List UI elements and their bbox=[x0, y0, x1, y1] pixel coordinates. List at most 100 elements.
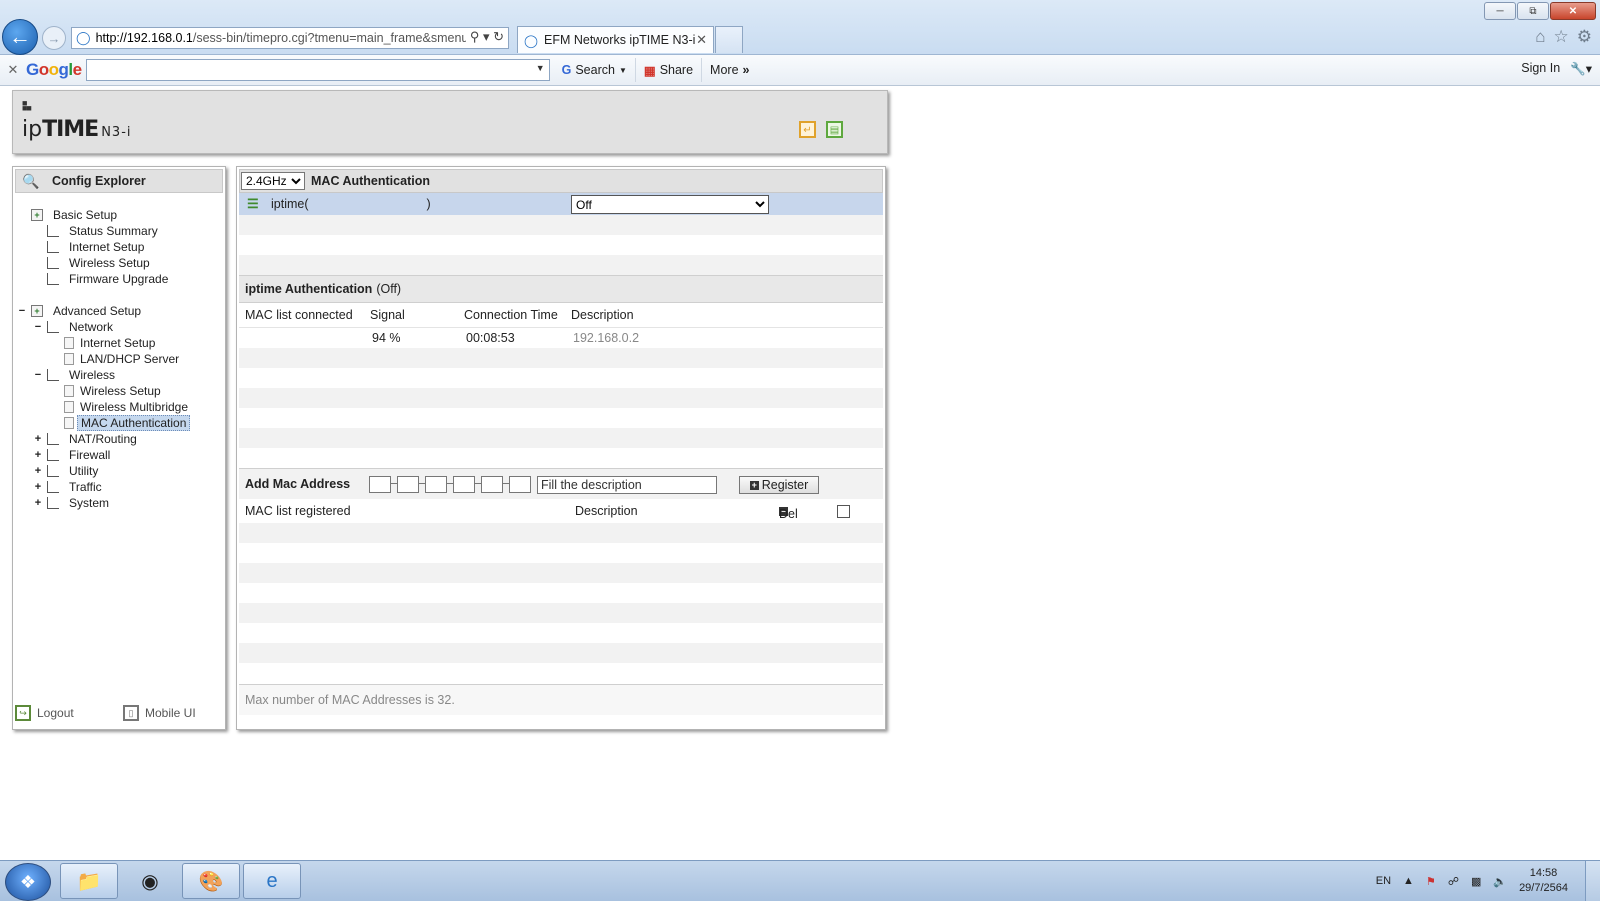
sidebar-item[interactable]: − Wireless bbox=[13, 367, 223, 383]
table-row[interactable]: 94 % 00:08:53 192.168.0.2 bbox=[239, 328, 883, 348]
save-icon[interactable]: ▤ bbox=[826, 121, 843, 138]
sidebar-item[interactable]: Status Summary bbox=[13, 223, 223, 239]
wrench-icon[interactable]: 🔧▾ bbox=[1570, 61, 1592, 77]
expand-icon[interactable]: + bbox=[33, 431, 43, 447]
explorer-folder-icon[interactable]: 📁 bbox=[60, 863, 118, 899]
sidebar-item[interactable]: − + Advanced Setup bbox=[13, 303, 223, 319]
tray-expand-icon[interactable]: ▲ bbox=[1403, 875, 1414, 887]
address-bar[interactable]: ◯ http://192.168.0.1/sess-bin/timepro.cg… bbox=[71, 27, 509, 49]
sidebar-item[interactable]: + Firewall bbox=[13, 447, 223, 463]
mac-octet-4-input[interactable] bbox=[453, 476, 475, 493]
favorites-star-icon[interactable]: ☆ bbox=[1554, 27, 1569, 47]
sidebar-item[interactable]: − Network bbox=[13, 319, 223, 335]
browser-tab[interactable]: ◯ EFM Networks ipTIME N3-i ✕ bbox=[517, 26, 714, 53]
google-g-icon: G bbox=[561, 63, 572, 77]
gear-icon[interactable]: ⚙ bbox=[1577, 27, 1592, 47]
chart-icon bbox=[47, 497, 59, 509]
toolbar-close-icon[interactable]: ✕ bbox=[0, 62, 26, 78]
ssid-name: iptime() bbox=[271, 197, 431, 211]
volume-icon[interactable]: 🔈 bbox=[1493, 875, 1507, 888]
sidebar-item[interactable]: + System bbox=[13, 495, 223, 511]
show-desktop-button[interactable] bbox=[1585, 861, 1600, 901]
google-search-input[interactable]: ▼ bbox=[85, 59, 550, 81]
ie-tab-icon: ◯ bbox=[524, 33, 538, 48]
google-search-button[interactable]: G Search ▼ bbox=[554, 58, 636, 82]
paint-icon[interactable]: 🎨 bbox=[182, 863, 240, 899]
restore-icon[interactable]: ⧉ bbox=[1517, 2, 1549, 20]
collapse-icon[interactable]: − bbox=[33, 319, 43, 335]
sidebar-item[interactable]: + Basic Setup bbox=[13, 207, 223, 223]
empty-row bbox=[239, 235, 883, 255]
sidebar-item-label: Network bbox=[69, 320, 114, 334]
sidebar-item-label: MAC Authentication bbox=[77, 415, 191, 431]
sign-in-link[interactable]: Sign In bbox=[1521, 61, 1560, 77]
registered-table-header: MAC list registered Description − Del bbox=[239, 499, 883, 523]
windows-taskbar: ❖ 📁 ◉ 🎨 e EN ▲ ⚑ ☍ ▩ 🔈 14:58 29/7/2564 bbox=[0, 860, 1600, 901]
empty-row bbox=[239, 563, 883, 583]
config-explorer-title: 🔍 Config Explorer bbox=[15, 169, 223, 193]
chart-icon bbox=[47, 321, 59, 333]
close-icon[interactable]: ✕ bbox=[1550, 2, 1596, 20]
sidebar-item-label: Internet Setup bbox=[69, 240, 145, 254]
sidebar-item[interactable]: Internet Setup bbox=[13, 335, 223, 351]
clock[interactable]: 14:58 29/7/2564 bbox=[1519, 866, 1568, 896]
sidebar-item[interactable]: Internet Setup bbox=[13, 239, 223, 255]
windows-start-icon[interactable]: ❖ bbox=[5, 863, 51, 901]
mac-octet-6-input[interactable] bbox=[509, 476, 531, 493]
forward-arrow-icon[interactable]: → bbox=[42, 26, 66, 50]
sidebar-item[interactable]: Wireless Setup bbox=[13, 383, 223, 399]
mac-octet-3-input[interactable] bbox=[425, 476, 447, 493]
network-plug-icon[interactable]: ☍ bbox=[1448, 875, 1459, 888]
description-input[interactable] bbox=[537, 476, 717, 494]
home-icon[interactable]: ⌂ bbox=[1535, 27, 1545, 47]
collapse-icon[interactable]: − bbox=[33, 367, 43, 383]
internet-explorer-icon[interactable]: e bbox=[243, 863, 301, 899]
band-select[interactable]: 2.4GHz5GHz bbox=[241, 172, 305, 190]
google-more-button[interactable]: More » bbox=[702, 58, 757, 82]
sidebar-item-label: LAN/DHCP Server bbox=[80, 352, 180, 366]
empty-row bbox=[239, 215, 883, 235]
chevron-down-icon[interactable]: ▼ bbox=[536, 63, 545, 73]
sidebar-item[interactable]: MAC Authentication bbox=[13, 415, 223, 431]
mac-octet-2-input[interactable] bbox=[397, 476, 419, 493]
browser-tool-icons: ⌂ ☆ ⚙ bbox=[1535, 27, 1592, 47]
auth-mode-select[interactable]: OffAllowDeny bbox=[571, 195, 769, 214]
logout-link[interactable]: ↪ Logout bbox=[15, 705, 74, 721]
sidebar-item-label: Status Summary bbox=[69, 224, 158, 238]
mobile-ui-link[interactable]: ▯ Mobile UI bbox=[123, 705, 196, 721]
expand-icon[interactable]: + bbox=[33, 495, 43, 511]
expand-icon[interactable]: + bbox=[33, 447, 43, 463]
back-arrow-icon[interactable]: ← bbox=[2, 19, 38, 55]
action-center-icon[interactable]: ⚑ bbox=[1426, 875, 1436, 888]
mac-octet-5-input[interactable] bbox=[481, 476, 503, 493]
google-share-button[interactable]: ▦ Share bbox=[636, 58, 703, 82]
share-icon: ▦ bbox=[643, 63, 656, 78]
sidebar-item[interactable]: Firmware Upgrade bbox=[13, 271, 223, 287]
chrome-icon[interactable]: ◉ bbox=[121, 863, 179, 899]
address-tools[interactable]: ⚲ ▾ ↻ bbox=[465, 29, 504, 45]
select-all-checkbox[interactable] bbox=[837, 505, 850, 518]
google-share-label: Share bbox=[659, 63, 694, 77]
sidebar-item[interactable]: Wireless Setup bbox=[13, 255, 223, 271]
sidebar-item-label: Internet Setup bbox=[80, 336, 156, 350]
mac-octet-1-input[interactable] bbox=[369, 476, 391, 493]
minimize-icon[interactable]: ─ bbox=[1484, 2, 1516, 20]
expand-icon[interactable]: + bbox=[33, 479, 43, 495]
menu-dots-icon[interactable]: ■ ■■ bbox=[22, 99, 32, 113]
register-button[interactable]: + Register bbox=[739, 476, 819, 494]
sidebar-item[interactable]: + Traffic bbox=[13, 479, 223, 495]
sidebar-item-label: Traffic bbox=[69, 480, 102, 494]
sidebar-item[interactable]: + Utility bbox=[13, 463, 223, 479]
sidebar-item[interactable]: Wireless Multibridge bbox=[13, 399, 223, 415]
language-indicator[interactable]: EN bbox=[1376, 875, 1391, 887]
sidebar-item[interactable]: + NAT/Routing bbox=[13, 431, 223, 447]
double-chevron-icon: » bbox=[742, 63, 750, 77]
signal-bars-icon[interactable]: ▩ bbox=[1471, 875, 1481, 888]
collapse-icon[interactable]: − bbox=[17, 303, 27, 319]
apply-icon[interactable]: ↵ bbox=[799, 121, 816, 138]
expand-icon[interactable]: + bbox=[33, 463, 43, 479]
tab-close-icon[interactable]: ✕ bbox=[696, 32, 707, 48]
new-tab-button[interactable] bbox=[715, 26, 743, 53]
config-explorer-panel: 🔍 Config Explorer + Basic Setup Status Sum… bbox=[12, 166, 226, 730]
sidebar-item[interactable]: LAN/DHCP Server bbox=[13, 351, 223, 367]
